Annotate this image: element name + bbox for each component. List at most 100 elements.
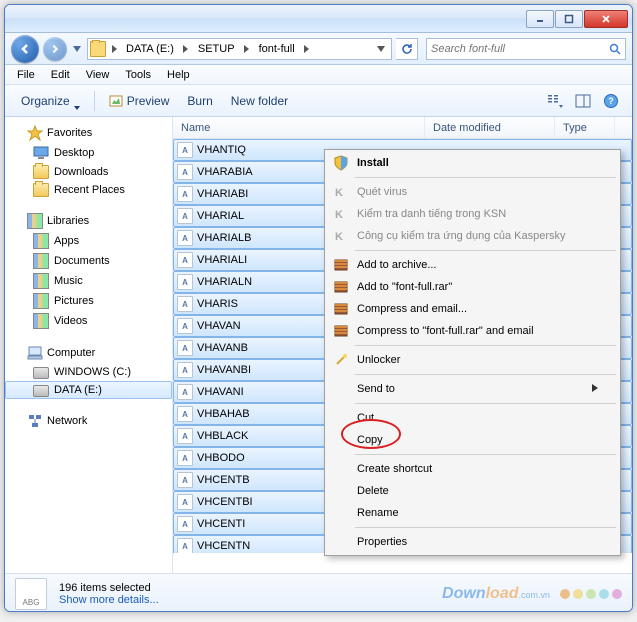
font-file-icon (177, 230, 193, 246)
collapse-icon (13, 416, 23, 426)
view-options-button[interactable] (542, 89, 568, 113)
ctx-compress-rar-email[interactable]: Compress to "font-full.rar" and email (327, 320, 618, 342)
crumb-sep[interactable] (301, 39, 313, 59)
font-file-icon (177, 142, 193, 158)
column-date[interactable]: Date modified (425, 117, 555, 138)
breadcrumb-setup[interactable]: SETUP (194, 39, 239, 59)
font-file-icon (177, 340, 193, 356)
font-file-icon (177, 384, 193, 400)
ctx-ksn[interactable]: KKiểm tra danh tiếng trong KSN (327, 203, 618, 225)
font-file-icon (177, 516, 193, 532)
ctx-kaspersky[interactable]: KCông cụ kiểm tra ứng dụng của Kaspersky (327, 225, 618, 247)
crumb-sep[interactable] (180, 39, 192, 59)
network-header[interactable]: Network (5, 411, 172, 431)
explorer-window: DATA (E:) SETUP font-full File Edit View… (4, 4, 633, 612)
menu-help[interactable]: Help (159, 65, 198, 84)
ctx-properties[interactable]: Properties (327, 531, 618, 553)
menu-file[interactable]: File (9, 65, 43, 84)
separator (355, 527, 616, 528)
ctx-create-shortcut[interactable]: Create shortcut (327, 458, 618, 480)
ctx-install[interactable]: Install (327, 152, 618, 174)
ctx-add-archive[interactable]: Add to archive... (327, 254, 618, 276)
breadcrumb-data[interactable]: DATA (E:) (122, 39, 178, 59)
selection-count: 196 items selected (59, 582, 159, 594)
address-dropdown[interactable] (373, 39, 389, 59)
history-dropdown[interactable] (71, 40, 83, 58)
show-more-link[interactable]: Show more details... (59, 594, 159, 606)
preview-icon (109, 94, 123, 108)
sidebar-item-recent[interactable]: Recent Places (5, 181, 172, 199)
menu-view[interactable]: View (78, 65, 118, 84)
winrar-icon (333, 323, 349, 339)
separator (355, 345, 616, 346)
breadcrumb-fontfull[interactable]: font-full (255, 39, 299, 59)
back-button[interactable] (11, 35, 39, 63)
ctx-compress-email[interactable]: Compress and email... (327, 298, 618, 320)
column-type[interactable]: Type (555, 117, 615, 138)
sidebar-item-data-e[interactable]: DATA (E:) (5, 381, 172, 399)
ctx-label: Install (357, 157, 389, 169)
collapse-icon (13, 348, 23, 358)
sidebar-item-music[interactable]: Music (5, 271, 172, 291)
preview-label: Preview (127, 94, 170, 108)
status-text: 196 items selected Show more details... (59, 582, 159, 606)
navbar: DATA (E:) SETUP font-full (5, 33, 632, 65)
collapse-icon (13, 128, 23, 138)
sidebar-item-documents[interactable]: Documents (5, 251, 172, 271)
minimize-button[interactable] (526, 10, 554, 28)
libraries-header[interactable]: Libraries (5, 211, 172, 231)
crumb-sep[interactable] (108, 39, 120, 59)
sidebar-item-apps[interactable]: Apps (5, 231, 172, 251)
ctx-label: Compress to "font-full.rar" and email (357, 325, 534, 337)
search-box[interactable] (426, 38, 626, 60)
item-label: Downloads (54, 166, 108, 178)
font-file-icon (177, 252, 193, 268)
sidebar-item-desktop[interactable]: Desktop (5, 143, 172, 163)
ctx-copy[interactable]: Copy (327, 429, 618, 451)
dot-icon (573, 589, 583, 599)
font-file-icon (177, 406, 193, 422)
new-folder-button[interactable]: New folder (223, 89, 296, 113)
burn-button[interactable]: Burn (179, 89, 220, 113)
ctx-send-to[interactable]: Send to (327, 378, 618, 400)
favorites-label: Favorites (47, 127, 92, 139)
ctx-delete[interactable]: Delete (327, 480, 618, 502)
close-button[interactable] (584, 10, 628, 28)
forward-button[interactable] (43, 37, 67, 61)
context-menu: Install KQuét virus KKiểm tra danh tiếng… (324, 149, 621, 556)
selection-icon: ABG (15, 578, 47, 610)
sidebar-item-pictures[interactable]: Pictures (5, 291, 172, 311)
help-button[interactable]: ? (598, 89, 624, 113)
sidebar-item-downloads[interactable]: Downloads (5, 163, 172, 181)
crumb-sep[interactable] (241, 39, 253, 59)
ctx-unlocker[interactable]: Unlocker (327, 349, 618, 371)
address-bar[interactable]: DATA (E:) SETUP font-full (87, 38, 392, 60)
menu-edit[interactable]: Edit (43, 65, 78, 84)
dot-icon (560, 589, 570, 599)
network-label: Network (47, 415, 87, 427)
menu-tools[interactable]: Tools (117, 65, 159, 84)
preview-button[interactable]: Preview (101, 89, 178, 113)
computer-header[interactable]: Computer (5, 343, 172, 363)
font-file-icon (177, 186, 193, 202)
sidebar-item-videos[interactable]: Videos (5, 311, 172, 331)
favorites-header[interactable]: Favorites (5, 123, 172, 143)
refresh-button[interactable] (396, 38, 418, 60)
preview-pane-button[interactable] (570, 89, 596, 113)
organize-button[interactable]: Organize (13, 89, 88, 113)
maximize-button[interactable] (555, 10, 583, 28)
libraries-icon (27, 213, 43, 229)
ctx-rename[interactable]: Rename (327, 502, 618, 524)
titlebar (5, 5, 632, 33)
ctx-label: Kiểm tra danh tiếng trong KSN (357, 208, 506, 220)
item-label: Music (54, 275, 83, 287)
ctx-add-rar[interactable]: Add to "font-full.rar" (327, 276, 618, 298)
column-name[interactable]: Name (173, 117, 425, 138)
ctx-scan[interactable]: KQuét virus (327, 181, 618, 203)
sidebar-item-windows-c[interactable]: WINDOWS (C:) (5, 363, 172, 381)
nav-pane: Favorites Desktop Downloads Recent Place… (5, 117, 173, 573)
separator (355, 177, 616, 178)
search-input[interactable] (427, 43, 605, 55)
ctx-cut[interactable]: Cut (327, 407, 618, 429)
watermark-dots (560, 589, 622, 599)
